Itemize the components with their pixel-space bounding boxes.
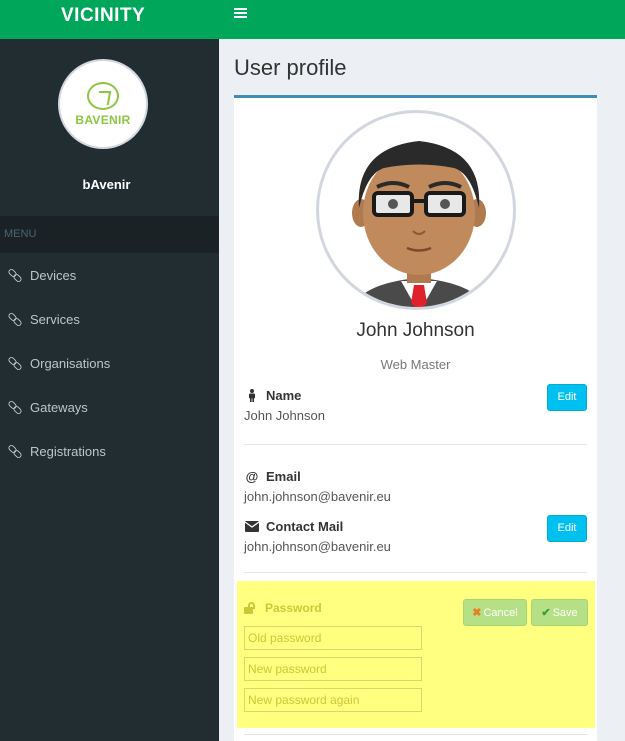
contact-mail-value: john.johnson@bavenir.eu	[244, 539, 391, 554]
sidebar-item-gateways[interactable]: Gateways	[0, 385, 219, 429]
link-icon	[8, 312, 22, 326]
password-panel: Password ✖ Cancel ✔ Save	[237, 581, 595, 728]
person-icon	[244, 389, 260, 402]
sidebar: VICINITY BAVENIR bAvenir MENU Devices Se…	[0, 0, 219, 741]
password-label-text: Password	[265, 601, 322, 615]
sidebar-item-organisations[interactable]: Organisations	[0, 341, 219, 385]
old-password-input[interactable]	[244, 626, 422, 650]
top-navbar	[219, 0, 625, 39]
email-label: @ Email	[244, 469, 301, 484]
sidebar-item-services[interactable]: Services	[0, 297, 219, 341]
save-label: Save	[552, 606, 578, 619]
contact-mail-label-text: Contact Mail	[266, 519, 344, 534]
link-icon	[8, 400, 22, 414]
page-title: User profile	[234, 55, 347, 80]
divider	[244, 572, 587, 573]
profile-name: John Johnson	[356, 320, 475, 341]
close-icon: ✖	[472, 607, 482, 619]
app-logo[interactable]: VICINITY	[0, 0, 219, 39]
name-label: Name	[244, 388, 301, 403]
at-icon: @	[245, 469, 259, 484]
new-password-again-input[interactable]	[244, 688, 422, 712]
profile-role: Web Master	[380, 357, 451, 372]
email-label-text: Email	[266, 469, 301, 484]
check-icon: ✔	[541, 607, 551, 619]
link-icon	[8, 356, 22, 370]
name-value: John Johnson	[244, 408, 325, 423]
organisation-logo-text: BAVENIR	[75, 112, 131, 127]
envelope-icon	[244, 521, 260, 532]
sidebar-item-registrations[interactable]: Registrations	[0, 429, 219, 473]
unlock-icon	[244, 601, 257, 615]
organisation-logo: BAVENIR	[58, 59, 148, 149]
edit-name-button[interactable]: Edit	[547, 384, 587, 411]
sidebar-item-label: Services	[30, 311, 80, 327]
link-icon	[8, 268, 22, 282]
email-value: john.johnson@bavenir.eu	[244, 489, 391, 504]
menu-header: MENU	[0, 216, 219, 253]
divider	[244, 444, 587, 445]
sidebar-item-label: Devices	[30, 267, 77, 283]
edit-contact-mail-button[interactable]: Edit	[547, 515, 587, 542]
organisation-name: bAvenir	[82, 177, 131, 192]
save-button[interactable]: ✔ Save	[531, 599, 588, 626]
sidebar-item-label: Organisations	[30, 355, 111, 371]
sidebar-item-label: Registrations	[30, 443, 106, 459]
link-icon	[8, 444, 22, 458]
hamburger-icon[interactable]	[234, 8, 247, 19]
bavenir-mark-icon	[87, 81, 119, 110]
cancel-label: Cancel	[483, 606, 518, 619]
avatar-illustration	[351, 141, 487, 307]
contact-mail-label: Contact Mail	[244, 519, 343, 534]
sidebar-item-devices[interactable]: Devices	[0, 253, 219, 297]
cancel-button[interactable]: ✖ Cancel	[463, 599, 527, 626]
avatar	[316, 110, 516, 310]
new-password-input[interactable]	[244, 657, 422, 681]
password-label: Password	[244, 601, 322, 615]
organisation-panel: BAVENIR bAvenir	[0, 39, 219, 216]
sidebar-item-label: Gateways	[30, 399, 88, 415]
name-label-text: Name	[266, 388, 302, 403]
divider	[244, 734, 587, 735]
profile-card: John Johnson Web Master Name John Johnso…	[234, 95, 597, 741]
